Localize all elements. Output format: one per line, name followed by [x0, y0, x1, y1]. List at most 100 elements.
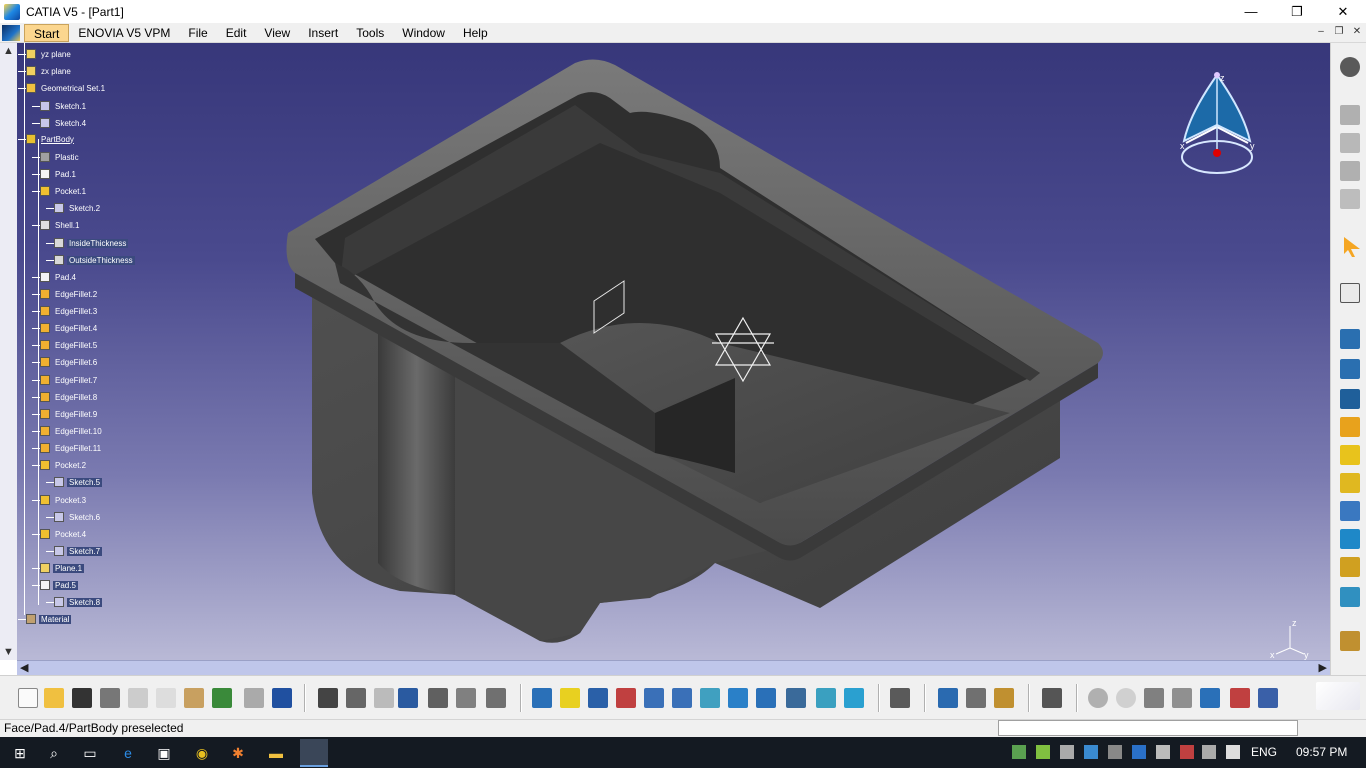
part-model[interactable]: z x y z x y: [0, 43, 1330, 660]
sketch-profile-icon[interactable]: [1340, 133, 1360, 153]
shell-tool-icon[interactable]: [1340, 557, 1360, 577]
tree-node[interactable]: yz plane: [18, 48, 73, 60]
pad-tool-icon[interactable]: [1340, 329, 1360, 349]
tree-node[interactable]: EdgeFillet.3: [32, 305, 99, 317]
measure-inertia-icon[interactable]: [994, 688, 1014, 708]
tree-node[interactable]: Pad.5: [32, 579, 78, 591]
menu-window[interactable]: Window: [393, 24, 454, 42]
measure-item-icon[interactable]: [966, 688, 986, 708]
search-icon[interactable]: ⌕: [44, 743, 64, 763]
scroll-up-arrow-icon[interactable]: ▲: [3, 45, 14, 57]
pocket-tool-icon[interactable]: [1340, 359, 1360, 379]
menu-insert[interactable]: Insert: [299, 24, 347, 42]
parameter-icon[interactable]: [374, 688, 394, 708]
sketcher-icon[interactable]: [1340, 105, 1360, 125]
scroll-down-arrow-icon[interactable]: ▼: [3, 646, 14, 658]
catia-logo-icon[interactable]: [2, 24, 20, 41]
shaft-tool-icon[interactable]: [1340, 389, 1360, 409]
specification-tree[interactable]: yz plane zx plane Geometrical Set.1 Sketch.…: [18, 43, 178, 643]
battery-icon[interactable]: [1156, 745, 1170, 759]
draft-tool-icon[interactable]: [1340, 529, 1360, 549]
wifi-off-icon[interactable]: [1180, 745, 1194, 759]
view-mode-icon[interactable]: [1200, 688, 1220, 708]
pen-icon[interactable]: [1108, 745, 1122, 759]
tree-node[interactable]: Shell.1: [32, 219, 81, 231]
multi-view-icon[interactable]: [728, 688, 748, 708]
knowledge-icon[interactable]: [346, 688, 366, 708]
tree-node[interactable]: PartBody: [18, 133, 76, 145]
device-icon[interactable]: [1060, 745, 1074, 759]
tree-node[interactable]: EdgeFillet.9: [32, 408, 99, 420]
design-table-icon[interactable]: [398, 688, 418, 708]
tree-node[interactable]: Sketch.7: [46, 545, 103, 557]
maximize-button[interactable]: ❐: [1274, 0, 1320, 23]
zoom-in-icon[interactable]: [644, 688, 664, 708]
normal-view-icon[interactable]: [700, 688, 720, 708]
minimize-button[interactable]: —: [1228, 0, 1274, 23]
capture-camera-icon[interactable]: [1042, 688, 1062, 708]
axis-icon[interactable]: [1144, 688, 1164, 708]
tree-node[interactable]: Geometrical Set.1: [18, 82, 107, 94]
menu-enovia[interactable]: ENOVIA V5 VPM: [69, 24, 179, 42]
menu-start[interactable]: Start: [24, 23, 70, 42]
tree-node[interactable]: Sketch.2: [46, 202, 102, 214]
menu-tools[interactable]: Tools: [347, 24, 393, 42]
shading-icon[interactable]: [786, 688, 806, 708]
scroll-right-arrow-icon[interactable]: ▶: [1319, 661, 1327, 674]
3d-viewport[interactable]: z x y z x y yz plane zx plane Geometrical …: [0, 43, 1330, 660]
update-icon[interactable]: [890, 688, 910, 708]
zoom-out-icon[interactable]: [672, 688, 692, 708]
tree-node[interactable]: Pocket.4: [32, 528, 88, 540]
command-input[interactable]: [998, 720, 1298, 736]
measure-tool-icon[interactable]: [1340, 631, 1360, 651]
menu-help[interactable]: Help: [454, 24, 497, 42]
pan-icon[interactable]: [588, 688, 608, 708]
paste-icon[interactable]: [184, 688, 204, 708]
open-folder-icon[interactable]: [44, 688, 64, 708]
rib-tool-icon[interactable]: [1340, 445, 1360, 465]
doc-restore-button[interactable]: ❐: [1332, 25, 1346, 39]
language-indicator[interactable]: ENG: [1251, 745, 1277, 759]
notifications-icon[interactable]: [1226, 745, 1240, 759]
tree-node[interactable]: EdgeFillet.11: [32, 442, 103, 454]
swap-visible-icon[interactable]: [844, 688, 864, 708]
output-feature-icon[interactable]: [1340, 189, 1360, 209]
tree-node[interactable]: OutsideThickness: [46, 254, 135, 266]
gear-icon[interactable]: [1340, 57, 1360, 77]
fillet-tool-icon[interactable]: [1340, 473, 1360, 493]
list-icon[interactable]: [1258, 688, 1278, 708]
viewport-horizontal-scrollbar[interactable]: ◀ ▶: [17, 660, 1330, 675]
tree-node[interactable]: EdgeFillet.8: [32, 391, 99, 403]
store-icon[interactable]: ▣: [154, 743, 174, 763]
catalog-icon[interactable]: [428, 688, 448, 708]
tree-node[interactable]: Pad.1: [32, 168, 78, 180]
tree-node[interactable]: Sketch.4: [32, 117, 88, 129]
tree-node[interactable]: Pocket.1: [32, 185, 88, 197]
network-adapter-icon[interactable]: [1084, 745, 1098, 759]
task-view-icon[interactable]: ▭: [80, 743, 100, 763]
tree-node[interactable]: Pocket.3: [32, 494, 88, 506]
iso-view-icon[interactable]: [756, 688, 776, 708]
tree-node[interactable]: EdgeFillet.6: [32, 356, 99, 368]
save-icon[interactable]: [72, 688, 92, 708]
system-clock[interactable]: 09:57 PM: [1296, 745, 1347, 759]
formula-icon[interactable]: [318, 688, 338, 708]
cut-icon[interactable]: [128, 688, 148, 708]
file-explorer-icon[interactable]: ▬: [266, 743, 286, 763]
tree-node[interactable]: InsideThickness: [46, 237, 129, 249]
bluetooth-icon[interactable]: [1132, 745, 1146, 759]
measure-between-icon[interactable]: [938, 688, 958, 708]
menu-view[interactable]: View: [255, 24, 299, 42]
tree-node[interactable]: Plastic: [32, 151, 81, 163]
hole-tool-icon[interactable]: [1340, 417, 1360, 437]
tree-node[interactable]: Sketch.1: [32, 100, 88, 112]
fly-mode-icon[interactable]: [532, 688, 552, 708]
tree-node[interactable]: Plane.1: [32, 562, 85, 574]
doc-close-button[interactable]: ✕: [1350, 25, 1364, 39]
tree-vertical-scrollbar[interactable]: ▲ ▼: [0, 43, 17, 660]
tree-node[interactable]: Sketch.5: [46, 476, 103, 488]
undo-icon[interactable]: [212, 688, 232, 708]
new-file-icon[interactable]: [18, 688, 38, 708]
edge-browser-icon[interactable]: e: [118, 743, 138, 763]
relation-icon[interactable]: [486, 688, 506, 708]
